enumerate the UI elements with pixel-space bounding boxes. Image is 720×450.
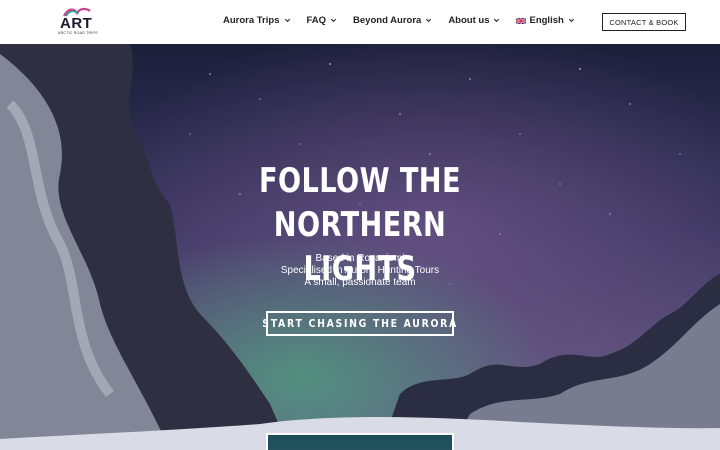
- nav-item-label: FAQ: [306, 15, 327, 26]
- hero-subtitle-specialty: Specialised in Aurora Hunting Tours: [280, 265, 440, 276]
- chevron-down-icon: [330, 18, 337, 23]
- chevron-down-icon: [568, 18, 574, 23]
- hero-subtitle-team: A small, passionate team: [304, 277, 416, 288]
- hero-title-line-1: FOLLOW THE NORTHERN: [259, 161, 461, 245]
- start-chasing-aurora-label: START CHASING THE AURORA: [262, 317, 458, 330]
- contact-book-button[interactable]: CONTACT & BOOK: [602, 13, 686, 31]
- hero-section: FOLLOW THE NORTHERN LIGHTS Based in Rova…: [0, 44, 720, 450]
- nav-item-faq[interactable]: FAQ: [307, 15, 339, 26]
- nav-item-about-us[interactable]: About us: [448, 15, 501, 26]
- main-nav: Aurora Trips FAQ Beyond Aurora About us: [223, 15, 591, 26]
- next-section-card[interactable]: [266, 433, 454, 450]
- site-header: ART ARCTIC ROAD TRIPS Aurora Trips FAQ B…: [0, 0, 720, 44]
- logo-text: ART: [60, 15, 93, 32]
- uk-flag-icon: [516, 17, 527, 24]
- logo-tagline: ARCTIC ROAD TRIPS: [58, 31, 98, 35]
- nav-item-aurora-trips[interactable]: Aurora Trips: [223, 15, 292, 26]
- chevron-down-icon: [284, 18, 290, 23]
- logo[interactable]: ART ARCTIC ROAD TRIPS: [58, 7, 97, 37]
- nav-item-label: About us: [448, 15, 490, 26]
- nav-item-language[interactable]: English: [516, 15, 575, 26]
- start-chasing-aurora-button[interactable]: START CHASING THE AURORA: [262, 311, 456, 336]
- hero-subtitle-location: Based in Rovaniemi: [315, 253, 405, 264]
- chevron-down-icon: [494, 18, 500, 23]
- nav-item-beyond-aurora[interactable]: Beyond Aurora: [353, 15, 433, 26]
- nav-item-label: Beyond Aurora: [353, 15, 422, 26]
- nav-item-label: Aurora Trips: [223, 15, 280, 26]
- nav-item-label: English: [529, 15, 564, 26]
- chevron-down-icon: [426, 18, 432, 23]
